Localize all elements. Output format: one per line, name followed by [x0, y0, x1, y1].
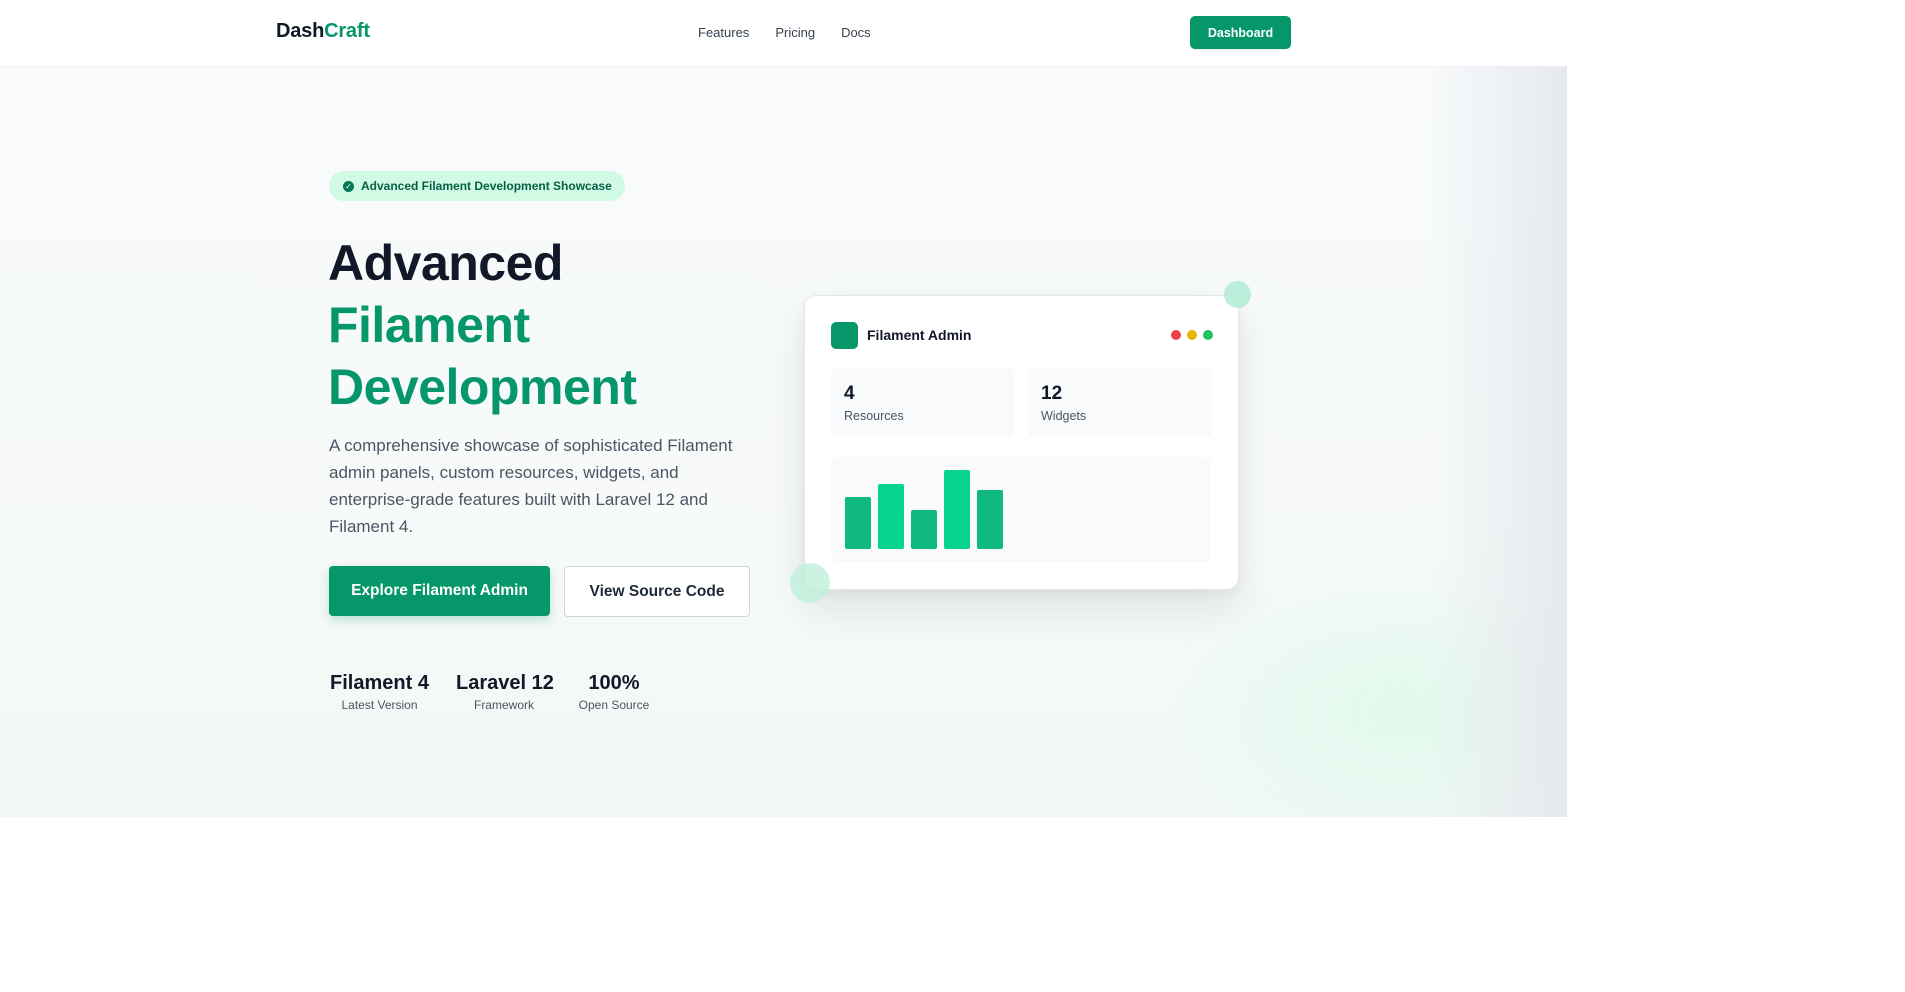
stat-value: Laravel 12: [456, 672, 554, 694]
metric-value: 4: [844, 383, 855, 404]
hero-title-line1: Advanced: [328, 235, 563, 291]
bar-chart-svg: [845, 470, 1003, 549]
metric-label: Resources: [844, 409, 904, 423]
window-dot-yellow: [1187, 330, 1197, 340]
stat-laravel-version: Laravel 12 Framework: [456, 671, 554, 712]
page-background: DashCraft Features Pricing Docs Dashboar…: [0, 0, 1567, 817]
stat-value: 100%: [588, 672, 640, 694]
main-nav: Features Pricing Docs: [698, 25, 871, 40]
metric-label: Widgets: [1041, 409, 1087, 423]
chart-bar-4: [944, 470, 970, 549]
stat-open-source: 100% Open Source: [578, 671, 650, 712]
window-dot-green: [1203, 330, 1213, 340]
nav-link-pricing[interactable]: Pricing: [775, 25, 815, 40]
preview-title: Filament Admin: [867, 327, 972, 343]
hero-title-line2: Filament: [328, 297, 530, 353]
metric-value: 12: [1041, 383, 1063, 404]
hero-title: Advanced Filament Development: [328, 232, 637, 418]
brand-logo[interactable]: DashCraft: [276, 20, 370, 43]
nav-link-features[interactable]: Features: [698, 25, 749, 40]
mini-bar-chart: [831, 457, 1211, 562]
window-dot-red: [1171, 330, 1181, 340]
chart-bar-3: [911, 510, 937, 549]
filament-logo-icon: [831, 322, 858, 349]
decorative-circle: [1224, 281, 1251, 308]
showcase-badge: ✓ Advanced Filament Development Showcase: [329, 171, 625, 201]
explore-filament-admin-button[interactable]: Explore Filament Admin: [329, 566, 550, 616]
dashboard-button[interactable]: Dashboard: [1190, 16, 1291, 49]
window-controls: [1171, 330, 1213, 340]
view-source-code-button[interactable]: View Source Code: [564, 566, 750, 617]
stat-label: Open Source: [578, 698, 650, 712]
background-glow: [1150, 560, 1567, 817]
nav-link-docs[interactable]: Docs: [841, 25, 871, 40]
stat-label: Framework: [473, 698, 534, 712]
decorative-circle: [790, 563, 830, 603]
metric-card-widgets: 12 Widgets: [1028, 368, 1212, 437]
check-circle-icon: ✓: [343, 180, 354, 192]
stat-filament-version: Filament 4 Latest Version: [329, 671, 430, 712]
chart-bar-1: [845, 497, 871, 549]
logo-text-dash: Dash: [276, 20, 325, 42]
stat-value: Filament 4: [330, 672, 429, 694]
chart-bar-2: [878, 484, 904, 549]
badge-text: Advanced Filament Development Showcase: [361, 179, 612, 193]
logo-text-craft: Craft: [324, 20, 370, 42]
stat-label: Latest Version: [341, 698, 418, 712]
top-navbar: DashCraft Features Pricing Docs Dashboar…: [0, 0, 1567, 67]
hero-description: A comprehensive showcase of sophisticate…: [329, 436, 733, 536]
admin-preview-card: Filament Admin 4 Resources 12 Widgets: [804, 295, 1239, 590]
metric-card-resources: 4 Resources: [831, 368, 1015, 437]
hero-title-line3: Development: [328, 359, 637, 415]
chart-bar-5: [977, 490, 1003, 549]
